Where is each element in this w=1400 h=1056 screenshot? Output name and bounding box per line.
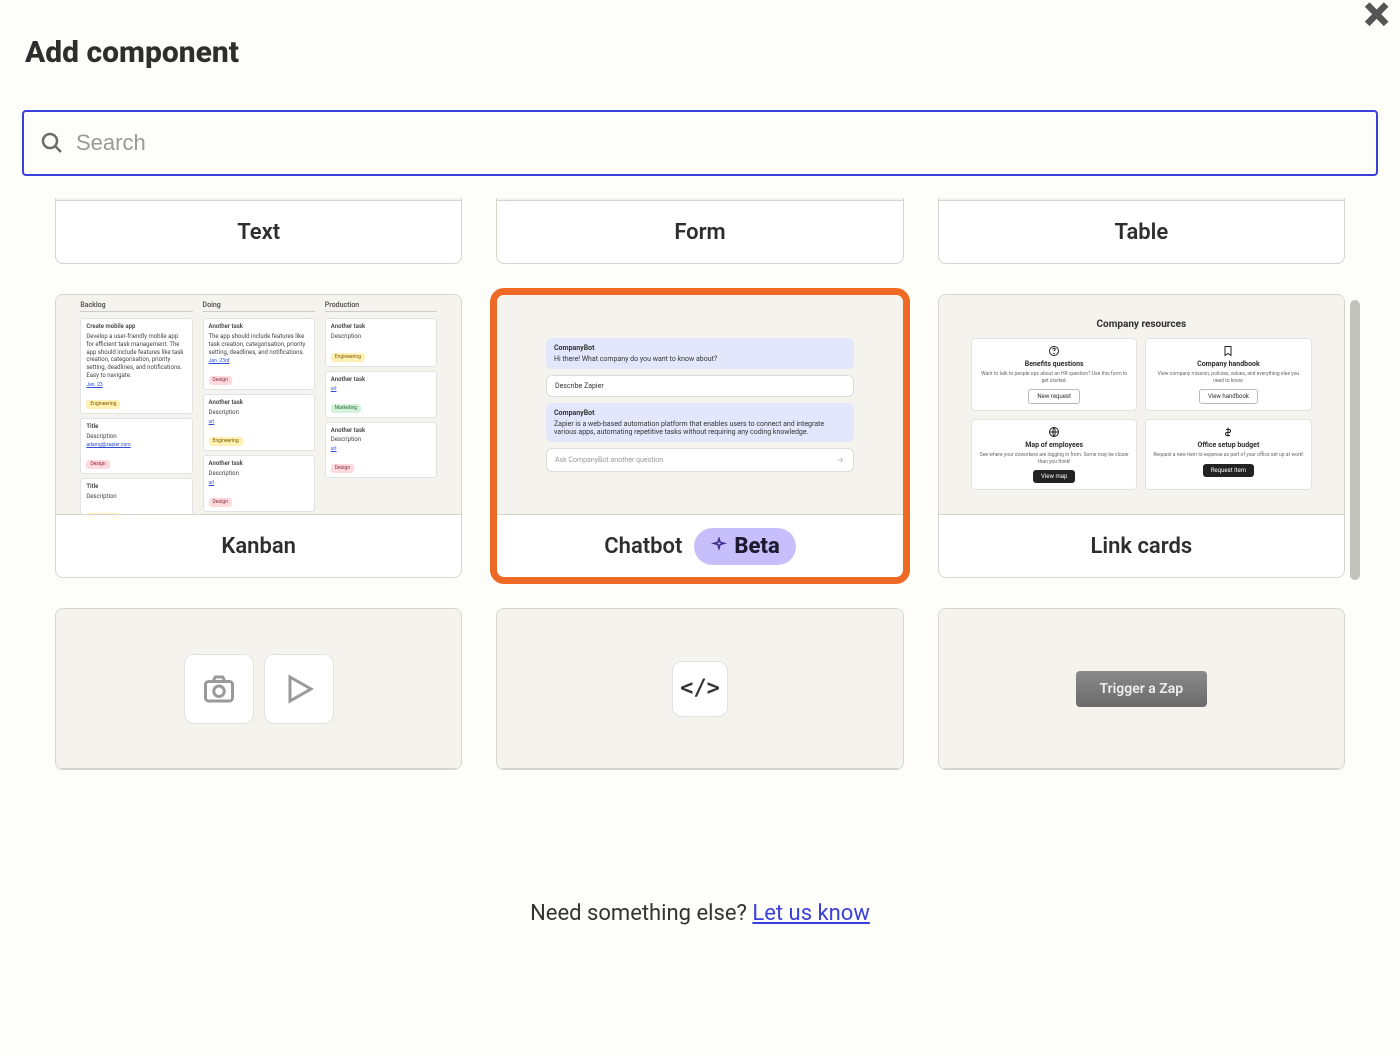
play-icon-btn: [264, 654, 334, 724]
search-icon: [40, 131, 64, 155]
chat-bubble-user: Describe Zapier: [546, 375, 854, 397]
preview-trigger: Trigger a Zap: [939, 609, 1344, 769]
preview-table: AdamMarketeradambarg@gmail.comEngineerCo…: [939, 198, 1344, 201]
globe-icon: [1048, 426, 1060, 438]
bookmark-icon: [1222, 345, 1234, 357]
card-label: Chatbot Beta: [497, 515, 902, 577]
search-field[interactable]: [22, 110, 1378, 176]
footer-prompt: Need something else?: [530, 901, 752, 926]
code-icon: </>: [680, 676, 720, 701]
card-label: Text: [56, 201, 461, 263]
code-icon-btn: </>: [672, 661, 728, 717]
close-button[interactable]: ×: [1364, 0, 1390, 40]
kanban-card: Another taskDescriptionurlDesign: [325, 422, 437, 479]
card-label: Table: [939, 201, 1344, 263]
kanban-card: Another taskDescriptionEngineering: [325, 318, 437, 367]
kanban-card: Another taskDescriptionurlDesign: [203, 455, 315, 512]
card-label: Link cards: [939, 515, 1344, 577]
preview-text: [56, 198, 461, 201]
search-input[interactable]: [76, 130, 1360, 156]
link-card: Company handbook View company mission, p…: [1145, 338, 1311, 411]
chat-input-preview: Ask CompanyBot another question: [546, 448, 854, 472]
kanban-card: Another taskDescriptionurlEngineering: [203, 394, 315, 451]
chat-bubble-bot: CompanyBot Zapier is a web-based automat…: [546, 403, 854, 442]
dollar-icon: [1222, 426, 1234, 438]
scrollbar-thumb[interactable]: [1350, 300, 1360, 580]
component-card-media[interactable]: [55, 608, 462, 770]
page-title: Add component: [25, 35, 239, 70]
component-card-text[interactable]: Text: [55, 198, 462, 264]
kanban-card: TitleDescriptionadamg@zapier.comDesign: [80, 418, 192, 475]
let-us-know-link[interactable]: Let us know: [752, 901, 870, 926]
trigger-button-preview: Trigger a Zap: [1076, 671, 1208, 707]
kanban-card: Create mobile appDevelop a user-friendly…: [80, 318, 192, 414]
chat-bubble-bot: CompanyBot Hi there! What company do you…: [546, 338, 854, 369]
card-label: Form: [497, 201, 902, 263]
sparkle-icon: [710, 537, 728, 555]
beta-badge: Beta: [694, 528, 795, 565]
footer: Need something else? Let us know: [0, 901, 1400, 926]
preview-link-cards: Company resources Benefits questions Wan…: [939, 295, 1344, 515]
kanban-column: DoingAnother taskThe app should include …: [203, 301, 315, 515]
component-card-chatbot[interactable]: CompanyBot Hi there! What company do you…: [496, 294, 903, 578]
camera-icon: [201, 671, 237, 707]
kanban-card: Another taskThe app should include featu…: [203, 318, 315, 390]
help-icon: [1048, 345, 1060, 357]
preview-media: [56, 609, 461, 769]
kanban-card: TitleDescriptionEngineering: [80, 478, 192, 515]
component-card-embed[interactable]: </>: [496, 608, 903, 770]
card-label: Kanban: [56, 515, 461, 577]
component-card-link-cards[interactable]: Company resources Benefits questions Wan…: [938, 294, 1345, 578]
component-card-kanban[interactable]: My tasks BacklogCreate mobile appDevelop…: [55, 294, 462, 578]
component-grid-scroll[interactable]: Text Submit Form AdamMarketeradambarg@gm…: [0, 198, 1400, 876]
camera-icon-btn: [184, 654, 254, 724]
linkcards-heading: Company resources: [971, 319, 1311, 330]
link-card: Office setup budget Request a new item t…: [1145, 419, 1311, 490]
kanban-column: ProductionAnother taskDescriptionEnginee…: [325, 301, 437, 515]
preview-chatbot: CompanyBot Hi there! What company do you…: [497, 295, 902, 515]
kanban-card: Another taskurlMarketing: [325, 371, 437, 418]
kanban-column: BacklogCreate mobile appDevelop a user-f…: [80, 301, 192, 515]
component-card-form[interactable]: Submit Form: [496, 198, 903, 264]
send-icon: [835, 455, 845, 465]
component-card-table[interactable]: AdamMarketeradambarg@gmail.comEngineerCo…: [938, 198, 1345, 264]
preview-form: Submit: [497, 198, 902, 201]
component-card-trigger[interactable]: Trigger a Zap: [938, 608, 1345, 770]
play-icon: [281, 671, 317, 707]
preview-embed: </>: [497, 609, 902, 769]
link-card: Benefits questions Want to talk to peopl…: [971, 338, 1137, 411]
link-card: Map of employees See where your coworker…: [971, 419, 1137, 490]
preview-kanban: My tasks BacklogCreate mobile appDevelop…: [56, 295, 461, 515]
